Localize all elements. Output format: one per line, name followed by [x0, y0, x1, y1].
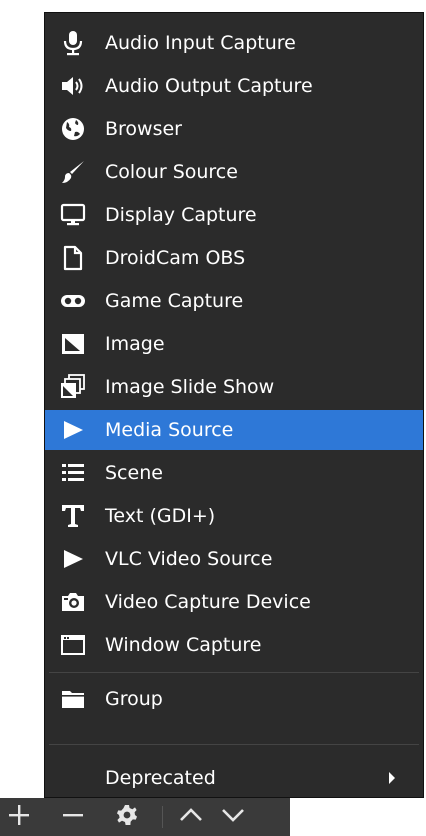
move-source-up-button[interactable]: [176, 802, 206, 832]
menu-item-droidcam-obs[interactable]: DroidCam OBS: [45, 238, 423, 278]
menu-item-label: DroidCam OBS: [105, 247, 246, 269]
menu-item-label: Audio Output Capture: [105, 75, 313, 97]
menu-item-game-capture[interactable]: Game Capture: [45, 281, 423, 321]
window-icon: [59, 632, 87, 658]
minus-icon: [62, 804, 84, 830]
menu-item-media-source[interactable]: Media Source: [45, 410, 423, 450]
gamepad-icon: [59, 288, 87, 314]
source-properties-button[interactable]: [112, 802, 142, 832]
chevron-up-icon: [179, 804, 203, 830]
plus-icon: [8, 804, 30, 830]
menu-item-image[interactable]: Image: [45, 324, 423, 364]
menu-item-browser[interactable]: Browser: [45, 109, 423, 149]
image-stack-icon: [59, 374, 87, 400]
chevron-down-icon: [221, 804, 245, 830]
menu-item-display-capture[interactable]: Display Capture: [45, 195, 423, 235]
menu-item-deprecated[interactable]: Deprecated: [45, 758, 423, 798]
paintbrush-icon: [59, 159, 87, 185]
menu-item-label: Image: [105, 333, 165, 355]
list-icon: [59, 460, 87, 486]
menu-item-audio-output-capture[interactable]: Audio Output Capture: [45, 66, 423, 106]
menu-item-vlc-video-source[interactable]: VLC Video Source: [45, 539, 423, 579]
add-source-button[interactable]: [4, 802, 34, 832]
add-source-menu: Audio Input Capture Audio Output Capture…: [44, 12, 424, 798]
menu-item-label: Audio Input Capture: [105, 32, 296, 54]
menu-item-scene[interactable]: Scene: [45, 453, 423, 493]
remove-source-button[interactable]: [58, 802, 88, 832]
file-icon: [59, 245, 87, 271]
gear-icon: [116, 804, 138, 830]
menu-item-image-slide-show[interactable]: Image Slide Show: [45, 367, 423, 407]
menu-item-text-gdi[interactable]: Text (GDI+): [45, 496, 423, 536]
menu-separator: [49, 744, 419, 745]
toolbar-separator: [162, 806, 163, 828]
speaker-icon: [59, 73, 87, 99]
menu-item-label: Game Capture: [105, 290, 244, 312]
sources-toolbar: [0, 798, 290, 836]
globe-icon: [59, 116, 87, 142]
menu-item-label: VLC Video Source: [105, 548, 273, 570]
menu-item-label: Scene: [105, 462, 163, 484]
menu-item-label: Display Capture: [105, 204, 257, 226]
play-icon: [59, 546, 87, 572]
menu-item-label: Deprecated: [105, 767, 216, 789]
move-source-down-button[interactable]: [218, 802, 248, 832]
menu-item-label: Image Slide Show: [105, 376, 275, 398]
chevron-right-icon: [389, 772, 395, 784]
menu-item-label: Text (GDI+): [105, 505, 216, 527]
image-icon: [59, 331, 87, 357]
menu-item-colour-source[interactable]: Colour Source: [45, 152, 423, 192]
menu-separator: [49, 672, 419, 673]
menu-item-label: Window Capture: [105, 634, 262, 656]
monitor-icon: [59, 202, 87, 228]
menu-item-label: Colour Source: [105, 161, 238, 183]
menu-item-video-capture-device[interactable]: Video Capture Device: [45, 582, 423, 622]
folder-icon: [59, 686, 87, 712]
menu-item-label: Media Source: [105, 419, 234, 441]
play-icon: [59, 417, 87, 443]
menu-item-window-capture[interactable]: Window Capture: [45, 625, 423, 665]
menu-item-label: Browser: [105, 118, 182, 140]
menu-item-group[interactable]: Group: [45, 679, 423, 719]
text-icon: [59, 503, 87, 529]
menu-item-label: Group: [105, 688, 163, 710]
menu-item-audio-input-capture[interactable]: Audio Input Capture: [45, 23, 423, 63]
microphone-icon: [59, 30, 87, 56]
menu-item-label: Video Capture Device: [105, 591, 311, 613]
camera-icon: [59, 589, 87, 615]
